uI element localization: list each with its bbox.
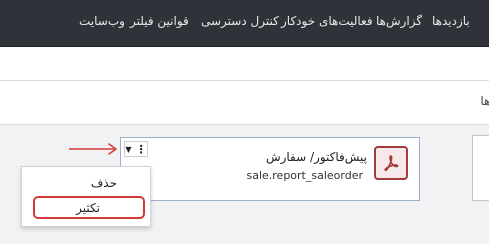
menu-item-access-control[interactable]: کنترل دسترسی — [201, 14, 279, 28]
kebab-icon: ⋮ — [135, 142, 147, 156]
report-title: پیش‌فاکتور/ سفارش — [265, 150, 367, 164]
kanban-card-partial[interactable] — [472, 135, 489, 201]
duplicate-highlight-box — [33, 196, 145, 219]
menu-item-views[interactable]: بازدیدها — [432, 14, 470, 28]
report-technical-name: sale.report_saleorder — [246, 169, 363, 182]
dropdown-item-delete[interactable]: حذف — [91, 176, 117, 190]
menu-item-reports[interactable]: گزارش‌ها — [376, 14, 422, 28]
header-divider — [0, 80, 489, 81]
breadcrumb: بندی‌ها — [429, 94, 489, 108]
annotation-arrow-icon — [69, 143, 117, 155]
menu-item-filter-rules[interactable]: قوانین فیلتر — [130, 14, 189, 28]
caret-down-icon: ▼ — [125, 144, 132, 154]
menu-item-website[interactable]: وب‌سایت — [79, 14, 125, 28]
card-options-toggle[interactable]: ▼ ⋮ — [124, 141, 148, 157]
breadcrumb-text: بندی‌ها — [480, 94, 489, 108]
top-navbar: بازدیدها گزارش‌ها فعالیت‌های خودکار کنتر… — [0, 0, 489, 47]
menu-item-automated-actions[interactable]: فعالیت‌های خودکار — [281, 14, 373, 28]
pdf-acrobat-icon — [384, 155, 399, 172]
pdf-icon — [374, 146, 408, 180]
